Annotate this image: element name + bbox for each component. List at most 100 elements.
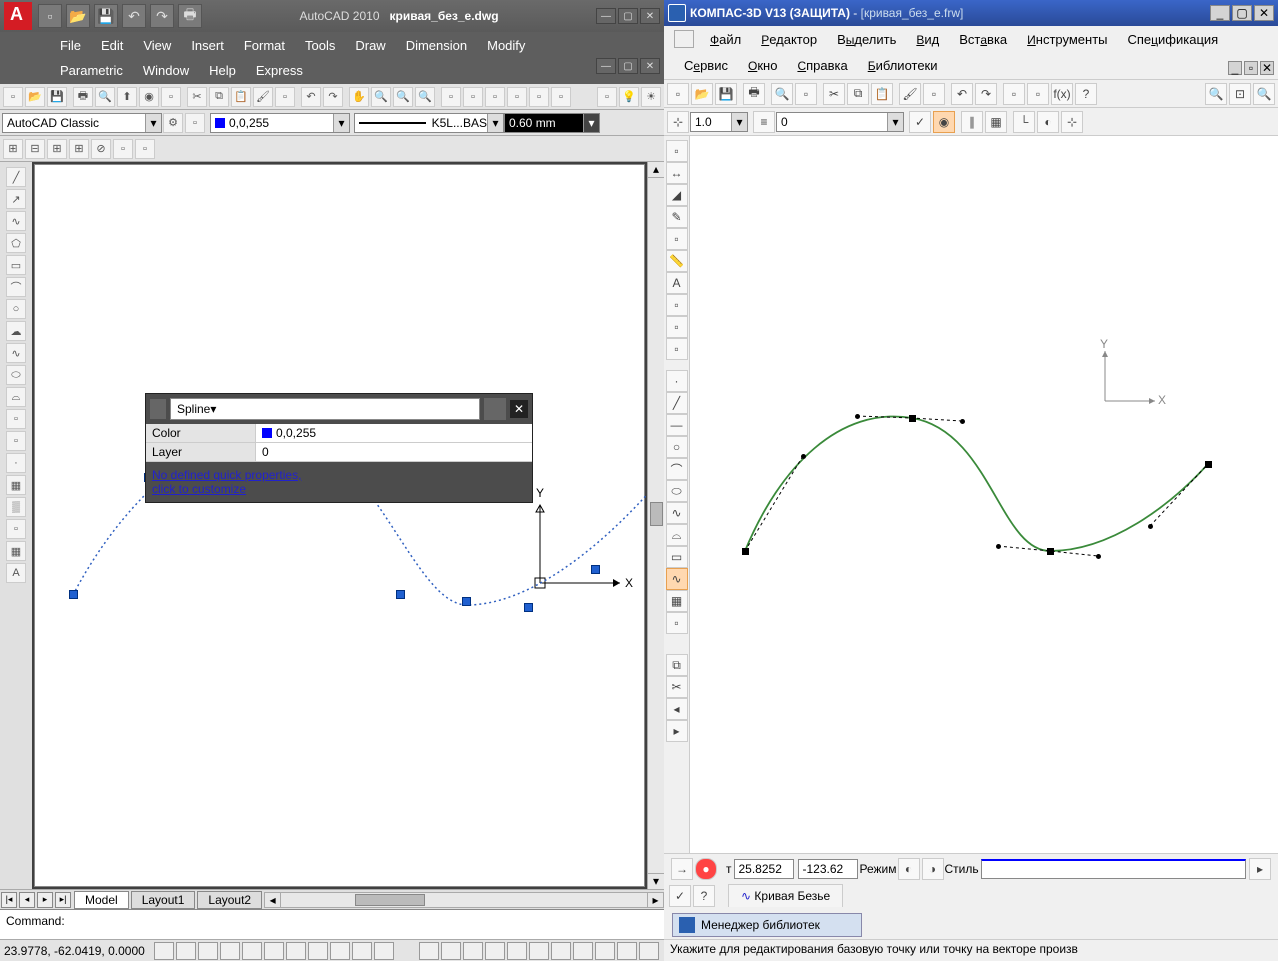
bezier-node[interactable] <box>1205 461 1212 468</box>
menu-modify[interactable]: Modify <box>477 36 535 55</box>
tab-layout1[interactable]: Layout1 <box>131 891 196 909</box>
k-new-icon[interactable]: ▫ <box>667 83 689 105</box>
preview-icon[interactable]: 🔍 <box>95 87 115 107</box>
color-combo[interactable]: 0,0,255▾ <box>210 113 350 133</box>
k-preview-icon[interactable]: 🔍 <box>771 83 793 105</box>
ray-icon[interactable]: ↗ <box>6 189 26 209</box>
undo-icon[interactable]: ↶ <box>301 87 321 107</box>
k-paste-icon[interactable]: 📋 <box>871 83 893 105</box>
spline-grip[interactable] <box>524 603 533 612</box>
k-doc-icon[interactable]: ▫ <box>795 83 817 105</box>
tab-first[interactable]: |◂ <box>1 892 17 908</box>
rect-icon[interactable]: ▭ <box>6 255 26 275</box>
publish-icon[interactable]: ⬆ <box>117 87 137 107</box>
bezier-handle[interactable] <box>855 414 860 419</box>
k-t-input[interactable]: 25.8252 <box>734 859 794 879</box>
dyn-toggle[interactable] <box>308 942 328 960</box>
pan-toggle[interactable] <box>441 942 461 960</box>
nav-toggle[interactable] <box>419 942 439 960</box>
k-print-icon[interactable]: 🖶 <box>743 83 765 105</box>
autocad-logo[interactable] <box>4 2 32 30</box>
mtext-icon[interactable]: A <box>6 563 26 583</box>
vp3-icon[interactable]: ⊞ <box>47 139 67 159</box>
k-maximize[interactable]: ▢ <box>1232 5 1252 21</box>
grad-icon[interactable]: ▒ <box>6 497 26 517</box>
kt-prev-icon[interactable]: ◂ <box>666 698 688 720</box>
k-format-icon[interactable]: 🖌 <box>899 83 921 105</box>
k-menu-lib[interactable]: Библиотеки <box>858 56 948 75</box>
doc-icon[interactable] <box>674 30 694 48</box>
kt-break-icon[interactable]: ✂ <box>666 676 688 698</box>
kp-meas-icon[interactable]: 📏 <box>666 250 688 272</box>
bezier-node[interactable] <box>1047 548 1054 555</box>
menu-file[interactable]: File <box>50 36 91 55</box>
k-grid-icon[interactable]: ▦ <box>985 111 1007 133</box>
menu-window[interactable]: Window <box>133 61 199 80</box>
qat-print[interactable]: 🖶 <box>178 4 202 28</box>
k-save-icon[interactable]: 💾 <box>715 83 737 105</box>
ducs-toggle[interactable] <box>286 942 306 960</box>
pline-icon[interactable]: ∿ <box>6 211 26 231</box>
dc-icon[interactable]: ▫ <box>463 87 483 107</box>
insert-icon[interactable]: ▫ <box>6 409 26 429</box>
k-close[interactable]: ✕ <box>1254 5 1274 21</box>
bezier-node[interactable] <box>742 548 749 555</box>
k-tool-tab[interactable]: ∿ Кривая Безье <box>728 884 843 907</box>
kt-hatch-icon[interactable]: ▦ <box>666 590 688 612</box>
k-cut-icon[interactable]: ✂ <box>823 83 845 105</box>
k-snap-icon[interactable]: ⊹ <box>667 111 689 133</box>
k-menu-service[interactable]: Сервис <box>674 56 738 75</box>
k-zoomwin-icon[interactable]: 🔍 <box>1253 83 1275 105</box>
k-menu-view[interactable]: Вид <box>906 30 949 49</box>
kp-rep-icon[interactable]: ▫ <box>666 316 688 338</box>
spline-icon[interactable]: ∿ <box>6 343 26 363</box>
k-mode2-icon[interactable]: ◑ <box>922 858 944 880</box>
kp-edit-icon[interactable]: ✎ <box>666 206 688 228</box>
workspace-combo[interactable]: AutoCAD Classic▾ <box>2 113 162 133</box>
ws-switch[interactable] <box>595 942 615 960</box>
spline-grip[interactable] <box>396 590 405 599</box>
bezier-handle[interactable] <box>1096 554 1101 559</box>
ann-auto[interactable] <box>573 942 593 960</box>
k-round-icon[interactable]: ◐ <box>1037 111 1059 133</box>
ann-scale[interactable] <box>529 942 549 960</box>
k-coord-input[interactable]: -123.62 <box>798 859 858 879</box>
match-icon[interactable]: 🖌 <box>253 87 273 107</box>
k-redo-icon[interactable]: ↷ <box>975 83 997 105</box>
model-toggle[interactable] <box>374 942 394 960</box>
kt-arc-icon[interactable]: ⌒ <box>666 458 688 480</box>
autocad-viewport[interactable]: X Y <box>34 164 645 887</box>
kt-rect-icon[interactable]: ▭ <box>666 546 688 568</box>
k-copy-icon[interactable]: ⧉ <box>847 83 869 105</box>
command-line[interactable]: Command: <box>0 909 664 939</box>
qat-new[interactable]: ▫ <box>38 4 62 28</box>
hatch-icon[interactable]: ▦ <box>6 475 26 495</box>
k-menu-insert[interactable]: Вставка <box>949 30 1017 49</box>
qprops-options-icon[interactable] <box>484 398 506 420</box>
polygon-icon[interactable]: ⬠ <box>6 233 26 253</box>
k-lcs-icon[interactable]: ⊹ <box>1061 111 1083 133</box>
kt-line-icon[interactable]: — <box>666 414 688 436</box>
k-create-icon[interactable]: → <box>671 858 693 880</box>
k-menu-help[interactable]: Справка <box>787 56 857 75</box>
kt-circle-icon[interactable]: ○ <box>666 436 688 458</box>
grid-toggle[interactable] <box>176 942 196 960</box>
kt-spline-icon[interactable]: ∿ <box>666 502 688 524</box>
spline-grip[interactable] <box>69 590 78 599</box>
bezier-handle[interactable] <box>996 544 1001 549</box>
k-style-combo[interactable] <box>981 859 1246 879</box>
k-fx-icon[interactable]: f(x) <box>1051 83 1073 105</box>
region-icon[interactable]: ▫ <box>6 519 26 539</box>
k-stop-icon[interactable]: ● <box>695 858 717 880</box>
kp-ins-icon[interactable]: ▫ <box>666 338 688 360</box>
kt-bezier-icon[interactable]: ∿ <box>666 568 688 590</box>
circle-icon[interactable]: ○ <box>6 299 26 319</box>
tp-icon[interactable]: ▫ <box>485 87 505 107</box>
toolbar-lock[interactable] <box>617 942 637 960</box>
qp-toggle[interactable] <box>352 942 372 960</box>
maximize-button[interactable]: ▢ <box>618 8 638 24</box>
menu-view[interactable]: View <box>133 36 181 55</box>
k-apply-icon[interactable]: ✓ <box>669 885 691 907</box>
menu-express[interactable]: Express <box>246 61 313 80</box>
sun-icon[interactable]: ☀ <box>641 87 661 107</box>
